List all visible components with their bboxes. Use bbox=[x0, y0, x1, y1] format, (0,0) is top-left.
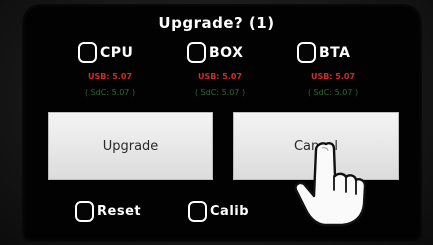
cpu-checkbox[interactable]: CPU bbox=[78, 42, 133, 63]
cpu-checkbox-box[interactable] bbox=[78, 42, 97, 63]
bta-sdc-version: ( SdC: 5.07 ) bbox=[307, 88, 359, 97]
bta-checkbox[interactable]: BTA bbox=[297, 42, 350, 63]
box-checkbox-label: BOX bbox=[209, 44, 244, 61]
cpu-checkbox-label: CPU bbox=[100, 44, 134, 61]
reset-checkbox[interactable]: Reset bbox=[75, 201, 141, 222]
upgrade-button[interactable]: Upgrade bbox=[48, 112, 213, 180]
calib-checkbox[interactable]: Calib bbox=[188, 201, 249, 222]
box-sdc-version: ( SdC: 5.07 ) bbox=[194, 88, 246, 97]
box-usb-version: USB: 5.07 bbox=[197, 72, 243, 81]
pointing-hand-icon bbox=[294, 142, 367, 227]
bta-checkbox-box[interactable] bbox=[297, 42, 316, 63]
reset-checkbox-box[interactable] bbox=[75, 201, 94, 222]
bta-checkbox-label: BTA bbox=[319, 44, 351, 61]
box-checkbox[interactable]: BOX bbox=[187, 42, 243, 63]
calib-checkbox-box[interactable] bbox=[188, 201, 207, 222]
cpu-sdc-version: ( SdC: 5.07 ) bbox=[84, 88, 136, 97]
cpu-usb-version: USB: 5.07 bbox=[87, 72, 133, 81]
box-checkbox-box[interactable] bbox=[187, 42, 206, 63]
bta-usb-version: USB: 5.07 bbox=[310, 72, 356, 81]
reset-checkbox-label: Reset bbox=[97, 204, 142, 219]
calib-checkbox-label: Calib bbox=[210, 204, 250, 219]
dialog-title: Upgrade? (1) bbox=[158, 14, 275, 32]
